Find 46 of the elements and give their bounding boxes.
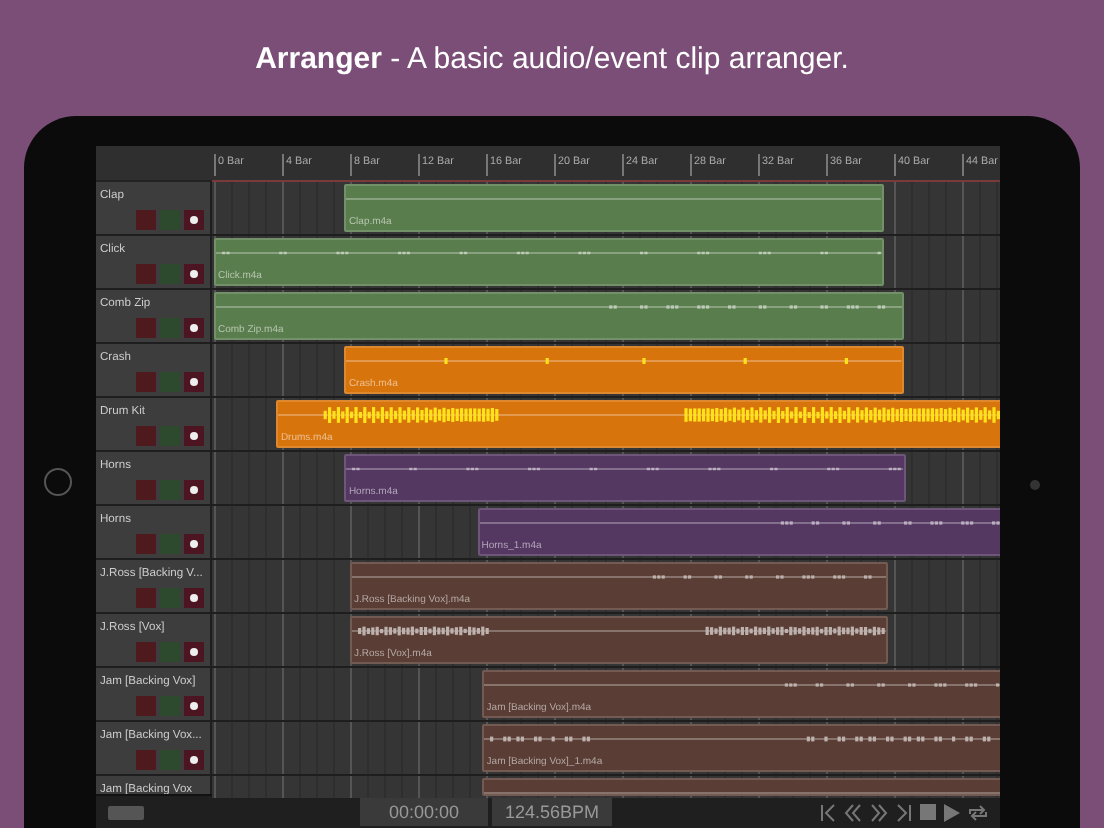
record-button[interactable] [184,318,204,338]
mute-button[interactable] [136,588,156,608]
record-button[interactable] [184,642,204,662]
record-dot-icon [190,486,198,494]
record-button[interactable] [184,264,204,284]
record-dot-icon [190,270,198,278]
fast-forward-icon[interactable] [870,803,888,821]
record-button[interactable] [184,696,204,716]
mute-button[interactable] [136,534,156,554]
record-dot-icon [190,216,198,224]
record-button[interactable] [184,534,204,554]
record-dot-icon [190,648,198,656]
record-dot-icon [190,756,198,764]
rewind-icon[interactable] [844,803,862,821]
record-button[interactable] [184,372,204,392]
small-button[interactable] [108,805,144,819]
record-dot-icon [190,432,198,440]
stop-icon[interactable] [920,804,936,820]
record-button[interactable] [184,750,204,770]
mute-button[interactable] [136,426,156,446]
camera-dot [1030,480,1040,490]
record-dot-icon [190,540,198,548]
record-dot-icon [190,378,198,386]
play-icon[interactable] [944,803,960,821]
caption-text: Arranger - A basic audio/event clip arranger. [255,42,849,76]
record-dot-icon [190,702,198,710]
skip-to-end-icon[interactable] [896,803,912,821]
record-dot-icon [190,324,198,332]
mute-button[interactable] [136,318,156,338]
record-button[interactable] [184,588,204,608]
record-dot-icon [190,594,198,602]
mute-button[interactable] [136,750,156,770]
mute-button[interactable] [136,210,156,230]
mute-button[interactable] [136,264,156,284]
mute-button[interactable] [136,696,156,716]
tempo-display: 124.56BPM [492,798,612,826]
loop-icon[interactable] [968,803,988,821]
mute-button[interactable] [136,480,156,500]
home-button[interactable] [44,468,72,496]
record-button[interactable] [184,480,204,500]
record-button[interactable] [184,426,204,446]
mute-button[interactable] [136,642,156,662]
mute-button[interactable] [136,372,156,392]
record-button[interactable] [184,210,204,230]
skip-to-start-icon[interactable] [820,803,836,821]
time-display: 00:00:00 [360,798,488,826]
